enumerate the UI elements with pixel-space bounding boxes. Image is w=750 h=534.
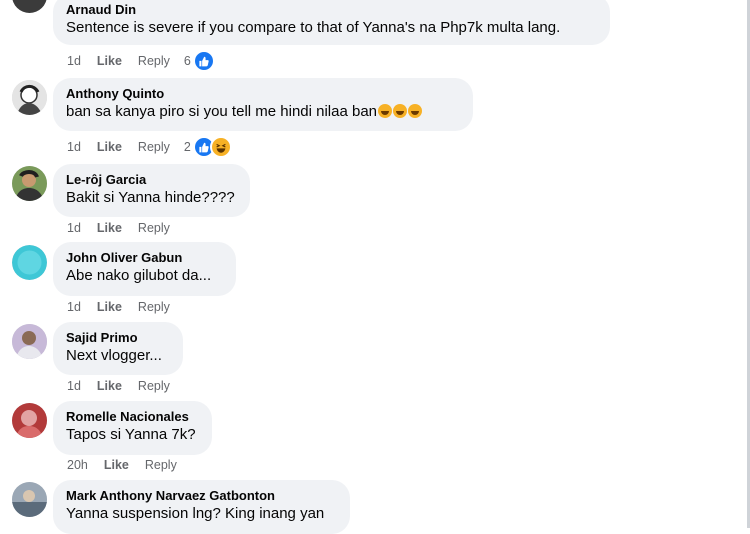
comment-text: Tapos si Yanna 7k? bbox=[66, 426, 196, 443]
like-button[interactable]: Like bbox=[97, 300, 122, 314]
comment-item: Sajid Primo Next vlogger... 1d Like Repl… bbox=[0, 321, 740, 396]
comment-text: Yanna suspension lng? King inang yan bbox=[66, 505, 325, 522]
comment-author[interactable]: Mark Anthony Narvaez Gatbonton bbox=[66, 488, 337, 504]
reply-button[interactable]: Reply bbox=[138, 140, 170, 154]
comment-actions: 1d Like Reply bbox=[67, 379, 184, 393]
comment-item: Le-rôj Garcia Bakit si Yanna hinde???? 1… bbox=[0, 163, 740, 238]
comment-author[interactable]: Arnaud Din bbox=[66, 2, 597, 18]
reaction-count: 6 bbox=[183, 54, 191, 68]
comment-bubble: Mark Anthony Narvaez Gatbonton Yanna sus… bbox=[53, 480, 350, 534]
avatar[interactable] bbox=[12, 245, 47, 280]
comment-bubble: Sajid Primo Next vlogger... bbox=[53, 322, 183, 375]
comment-text: Next vlogger... bbox=[66, 347, 162, 364]
like-icon bbox=[192, 50, 215, 72]
comment-time[interactable]: 1d bbox=[67, 54, 81, 68]
reaction-count: 2 bbox=[183, 140, 191, 154]
rolling-laughing-emoji bbox=[378, 104, 393, 118]
like-button[interactable]: Like bbox=[97, 140, 122, 154]
reaction-summary[interactable]: 2 bbox=[184, 136, 232, 158]
comment-author[interactable]: Sajid Primo bbox=[66, 330, 170, 346]
comment-text-row: ban sa kanya piro si you tell me hindi n… bbox=[66, 102, 460, 122]
comment-actions: 1d Like Reply 6 bbox=[67, 50, 215, 72]
reply-button[interactable]: Reply bbox=[138, 54, 170, 68]
like-button[interactable]: Like bbox=[97, 54, 122, 68]
comment-item: Arnaud Din Sentence is severe if you com… bbox=[0, 0, 740, 72]
avatar[interactable] bbox=[12, 0, 47, 13]
comment-time[interactable]: 1d bbox=[67, 221, 81, 235]
comment-time[interactable]: 1d bbox=[67, 140, 81, 154]
comment-text: Sentence is severe if you compare to tha… bbox=[66, 19, 561, 36]
rolling-laughing-emoji bbox=[393, 104, 408, 118]
comment-author[interactable]: Anthony Quinto bbox=[66, 86, 460, 102]
haha-icon bbox=[209, 136, 232, 158]
reply-button[interactable]: Reply bbox=[138, 221, 170, 235]
comment-item: John Oliver Gabun Abe nako gilubot da...… bbox=[0, 242, 740, 317]
avatar[interactable] bbox=[12, 482, 47, 517]
avatar[interactable] bbox=[12, 324, 47, 359]
reply-button[interactable]: Reply bbox=[138, 300, 170, 314]
reply-button[interactable]: Reply bbox=[145, 458, 177, 472]
avatar[interactable] bbox=[12, 166, 47, 201]
comment-author[interactable]: Romelle Nacionales bbox=[66, 409, 199, 425]
avatar[interactable] bbox=[12, 403, 47, 438]
avatar[interactable] bbox=[12, 80, 47, 115]
comment-item: Anthony Quinto ban sa kanya piro si you … bbox=[0, 78, 740, 158]
comment-time[interactable]: 1d bbox=[67, 379, 81, 393]
comment-text: ban sa kanya piro si you tell me hindi n… bbox=[66, 103, 378, 120]
comment-bubble: John Oliver Gabun Abe nako gilubot da... bbox=[53, 242, 236, 296]
comment-item: Mark Anthony Narvaez Gatbonton Yanna sus… bbox=[0, 480, 740, 534]
comment-text: Bakit si Yanna hinde???? bbox=[66, 189, 235, 206]
rolling-laughing-emoji bbox=[408, 104, 423, 118]
comment-author[interactable]: John Oliver Gabun bbox=[66, 250, 223, 266]
comment-actions: 1d Like Reply bbox=[67, 300, 184, 314]
comment-actions: 20h Like Reply bbox=[67, 458, 191, 472]
comment-time[interactable]: 20h bbox=[67, 458, 88, 472]
comment-author[interactable]: Le-rôj Garcia bbox=[66, 172, 237, 188]
comment-item: Romelle Nacionales Tapos si Yanna 7k? 20… bbox=[0, 401, 740, 476]
comment-bubble: Romelle Nacionales Tapos si Yanna 7k? bbox=[53, 401, 212, 455]
comment-actions: 1d Like Reply bbox=[67, 221, 184, 235]
reaction-summary[interactable]: 6 bbox=[184, 50, 215, 72]
comment-text: Abe nako gilubot da... bbox=[66, 267, 212, 284]
like-button[interactable]: Like bbox=[97, 379, 122, 393]
like-button[interactable]: Like bbox=[97, 221, 122, 235]
comment-actions: 1d Like Reply 2 bbox=[67, 136, 232, 158]
reply-button[interactable]: Reply bbox=[138, 379, 170, 393]
comment-bubble: Anthony Quinto ban sa kanya piro si you … bbox=[53, 78, 473, 131]
comment-time[interactable]: 1d bbox=[67, 300, 81, 314]
comment-bubble: Le-rôj Garcia Bakit si Yanna hinde???? bbox=[53, 164, 250, 217]
like-button[interactable]: Like bbox=[104, 458, 129, 472]
comment-bubble: Arnaud Din Sentence is severe if you com… bbox=[53, 0, 610, 45]
